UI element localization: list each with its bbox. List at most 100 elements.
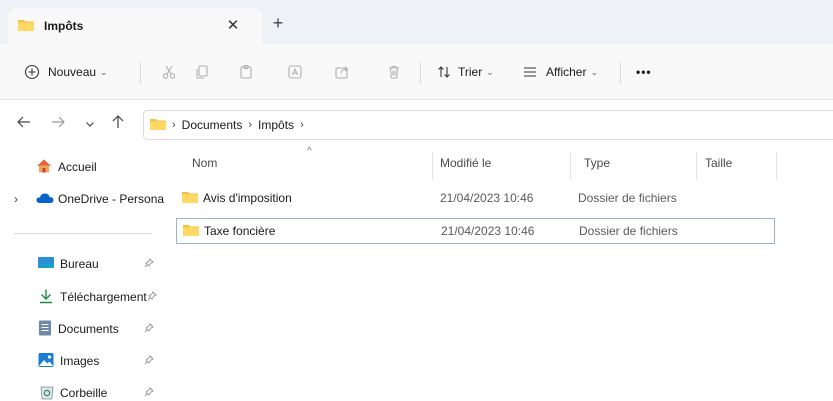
modified-date: 21/04/2023 10:46: [441, 224, 535, 238]
table-row[interactable]: Avis d'imposition 21/04/2023 10:46 Dossi…: [176, 186, 775, 212]
address-bar[interactable]: › Documents › Impôts ›: [143, 110, 833, 140]
sidebar-item-label: Corbeille: [60, 386, 108, 400]
close-icon[interactable]: ✕: [224, 17, 242, 35]
modified-date: 21/04/2023 10:46: [440, 191, 534, 205]
sort-ascending-icon: ^: [307, 146, 312, 157]
sidebar-item-accueil[interactable]: Accueil: [0, 152, 168, 182]
chevron-down-icon: ⌄: [590, 66, 599, 77]
breadcrumb-impots[interactable]: Impôts: [258, 118, 294, 132]
sidebar-item-label: Images: [60, 354, 100, 368]
back-button[interactable]: [14, 114, 34, 134]
folder-icon: [183, 223, 199, 240]
paste-icon: [236, 62, 256, 82]
new-button-label: Nouveau: [48, 65, 97, 79]
column-divider[interactable]: [696, 152, 697, 180]
folder-icon: [182, 190, 198, 207]
sidebar-item-label: Documents: [58, 322, 119, 336]
breadcrumb-separator[interactable]: ›: [300, 119, 304, 131]
table-row[interactable]: Taxe foncière 21/04/2023 10:46 Dossier d…: [176, 218, 775, 244]
chevron-down-icon: ⌄: [486, 66, 494, 77]
download-icon: [38, 288, 54, 307]
share-icon: [332, 62, 352, 82]
pin-icon: [144, 258, 154, 271]
tab-impots[interactable]: Impôts ✕: [8, 8, 262, 44]
sidebar-item-label: Bureau: [60, 257, 99, 271]
breadcrumb-documents[interactable]: Documents: [182, 118, 243, 132]
breadcrumb-separator[interactable]: ›: [248, 119, 252, 131]
pin-icon: [144, 387, 154, 400]
file-name: Taxe foncière: [204, 224, 276, 238]
view-label: Afficher: [546, 65, 587, 79]
rename-button[interactable]: [285, 60, 305, 84]
sidebar-item-label: Accueil: [58, 160, 97, 174]
sort-label: Trier: [458, 65, 483, 79]
toolbar-divider: [620, 62, 621, 84]
copy-icon: [192, 62, 212, 82]
view-button[interactable]: Afficher ⌄: [520, 60, 598, 84]
document-icon: [38, 320, 52, 339]
file-list: ^ Nom Modifié le Type Taille Avis d'impo…: [168, 146, 833, 401]
forward-button[interactable]: [48, 114, 68, 134]
desktop-icon: [38, 256, 54, 273]
add-circle-icon: [22, 62, 42, 82]
arrow-left-icon: [17, 115, 31, 133]
file-type: Dossier de fichiers: [579, 224, 678, 238]
sidebar-item-label: OneDrive - Persona: [58, 192, 165, 206]
sidebar-item-telechargement[interactable]: Téléchargement: [0, 282, 168, 312]
sidebar-divider: [14, 233, 152, 234]
navigation-pane: Accueil › OneDrive - Persona Bureau Télé…: [0, 148, 168, 401]
pin-icon: [144, 323, 154, 336]
home-icon: [36, 158, 52, 177]
file-name: Avis d'imposition: [203, 191, 292, 205]
arrow-up-icon: [111, 115, 125, 133]
scissors-icon: [159, 62, 179, 82]
sidebar-item-images[interactable]: Images: [0, 346, 168, 376]
address-row: › Documents › Impôts ›: [0, 100, 833, 148]
command-bar: Nouveau ⌄ Trier ⌄ Afficher ⌄ •••: [0, 44, 833, 100]
column-header-modified[interactable]: Modifié le: [440, 148, 491, 178]
folder-icon: [18, 18, 34, 35]
arrow-right-icon: [51, 115, 65, 133]
sidebar-item-corbeille[interactable]: Corbeille: [0, 378, 168, 401]
pin-icon: [144, 355, 154, 368]
column-divider[interactable]: [570, 152, 571, 180]
expand-chevron-icon[interactable]: ›: [14, 192, 28, 206]
new-button[interactable]: Nouveau ⌄: [22, 60, 108, 84]
pin-icon: [147, 291, 157, 304]
recent-locations-button[interactable]: [80, 114, 100, 134]
column-header-type[interactable]: Type: [584, 148, 610, 178]
cut-button[interactable]: [159, 60, 179, 84]
up-button[interactable]: [108, 114, 128, 134]
share-button[interactable]: [332, 60, 352, 84]
sort-button[interactable]: Trier ⌄: [434, 60, 494, 84]
view-list-icon: [520, 62, 540, 82]
more-options-button[interactable]: •••: [636, 60, 652, 84]
breadcrumb-separator: ›: [172, 119, 176, 131]
toolbar-divider: [140, 62, 141, 84]
column-divider[interactable]: [432, 152, 433, 180]
sidebar-item-onedrive[interactable]: › OneDrive - Persona: [0, 184, 168, 214]
tab-strip: Impôts ✕ +: [0, 0, 833, 44]
sidebar-item-bureau[interactable]: Bureau: [0, 249, 168, 279]
trash-icon: [384, 62, 404, 82]
sort-icon: [434, 62, 454, 82]
file-type: Dossier de fichiers: [578, 191, 677, 205]
cloud-icon: [36, 192, 54, 207]
column-divider[interactable]: [776, 152, 777, 180]
image-icon: [38, 352, 54, 371]
rename-icon: [285, 62, 305, 82]
tab-title: Impôts: [44, 19, 84, 33]
column-header-size[interactable]: Taille: [705, 148, 732, 178]
copy-button[interactable]: [192, 60, 212, 84]
column-header-name[interactable]: Nom: [192, 148, 217, 178]
sidebar-item-documents[interactable]: Documents: [0, 314, 168, 344]
new-tab-button[interactable]: +: [268, 14, 288, 34]
delete-button[interactable]: [384, 60, 404, 84]
file-name-cell: Taxe foncière: [183, 219, 275, 243]
chevron-down-icon: ⌄: [100, 66, 108, 77]
folder-icon: [150, 117, 166, 134]
file-name-cell: Avis d'imposition: [182, 186, 292, 210]
paste-button[interactable]: [236, 60, 256, 84]
toolbar-divider: [420, 62, 421, 84]
sidebar-item-label: Téléchargement: [60, 290, 147, 304]
